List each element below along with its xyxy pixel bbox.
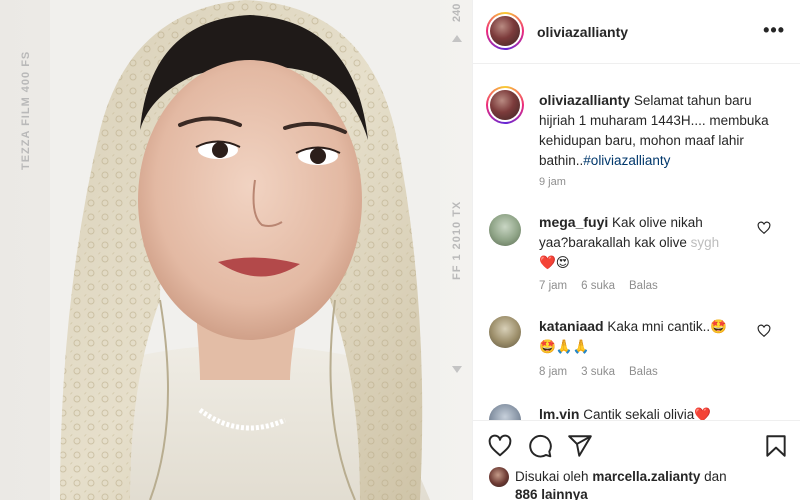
comment-meta: 7 jam 6 suka Balas (539, 280, 672, 292)
post-actions: Disukai oleh marcella.zalianty dan 886 l… (473, 420, 800, 500)
more-icon[interactable]: ••• (763, 21, 785, 39)
comment-emoji: 🤩🙏🙏 (539, 339, 590, 354)
comment-text: kataniaad Kaka mni cantik..🤩 🤩🙏🙏 (539, 316, 739, 357)
caption-text: oliviazallianty Selamat tahun baru hijri… (539, 90, 779, 171)
film-label-top: 240 (451, 3, 463, 22)
likes-others[interactable]: 886 lainnya (515, 487, 588, 500)
portrait-image (0, 0, 472, 500)
comment-icon[interactable] (527, 433, 553, 459)
likes-prefix: Disukai oleh (515, 469, 589, 484)
comment-body: Kaka mni cantik..🤩 (607, 319, 727, 334)
comment-like-heart-icon[interactable] (757, 221, 771, 235)
commenter-avatar[interactable] (489, 316, 521, 348)
comment-like-heart-icon[interactable] (757, 324, 771, 338)
comment-username[interactable]: mega_fuyi (539, 214, 608, 230)
likes-and: dan (704, 469, 727, 484)
caption-avatar[interactable] (486, 86, 524, 124)
likes-user[interactable]: marcella.zalianty (592, 469, 700, 484)
comment-reply-button[interactable]: Balas (629, 280, 658, 292)
comment-reply-button[interactable]: Balas (629, 366, 658, 378)
share-icon[interactable] (567, 433, 593, 459)
film-label-left: TEZZA FILM 400 FS (20, 50, 32, 170)
comment-time: 8 jam (539, 366, 568, 378)
film-arrow-up-icon (452, 35, 462, 42)
comment-emoji: ❤️😍 (539, 255, 570, 270)
post-photo[interactable]: TEZZA FILM 400 FS 240 FF 1 2010 TX (0, 0, 472, 500)
caption-username[interactable]: oliviazallianty (539, 92, 630, 108)
caption-timestamp: 9 jam (539, 176, 566, 188)
comment-likes[interactable]: 3 suka (581, 366, 615, 378)
comment-username[interactable]: kataniaad (539, 318, 604, 334)
post-detail-panel: oliviazallianty ••• oliviazallianty Sela… (472, 0, 800, 500)
author-avatar[interactable] (486, 12, 524, 50)
comment-meta: 8 jam 3 suka Balas (539, 366, 672, 378)
comment-body-a: Kak olive nikah (612, 215, 703, 230)
comment-body-b: yaa?barakallah kak olive (539, 235, 687, 250)
commenter-avatar[interactable] (489, 214, 521, 246)
comment-likes[interactable]: 6 suka (581, 280, 615, 292)
comment-time: 7 jam (539, 280, 568, 292)
film-label-right: FF 1 2010 TX (451, 200, 463, 280)
caption-hashtag[interactable]: #oliviazallianty (583, 153, 670, 168)
liked-by-avatar[interactable] (489, 467, 509, 487)
film-arrow-down-icon (452, 366, 462, 373)
bookmark-icon[interactable] (763, 433, 789, 459)
comment-text: mega_fuyi Kak olive nikah yaa?barakallah… (539, 212, 739, 273)
heart-icon[interactable] (487, 433, 513, 459)
post-header: oliviazallianty ••• (473, 0, 800, 64)
author-username[interactable]: oliviazallianty (537, 24, 628, 40)
likes-summary: Disukai oleh marcella.zalianty dan 886 l… (515, 468, 785, 500)
comment-body-faded: sygh (686, 235, 720, 250)
